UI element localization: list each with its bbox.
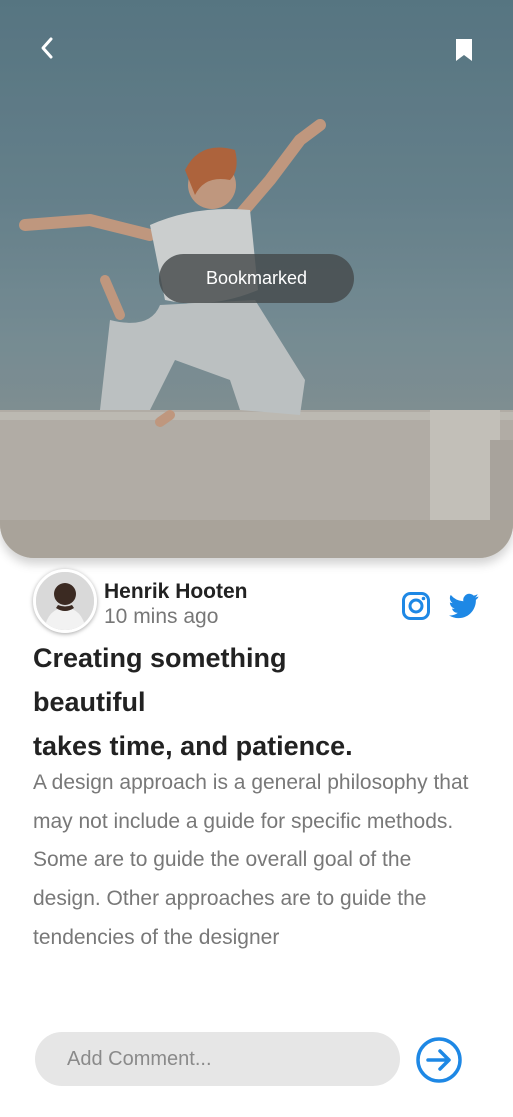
post-body: A design approach is a general philosoph… [33, 771, 469, 949]
back-button[interactable] [30, 30, 66, 66]
twitter-icon [449, 593, 479, 619]
post-title-line: Creating something [33, 643, 287, 673]
post-timestamp: 10 mins ago [104, 605, 219, 628]
post-title-line: takes time, and patience. [33, 731, 353, 761]
arrow-right-circle-icon [416, 1037, 462, 1083]
bookmarked-toast: Bookmarked [159, 254, 354, 303]
twitter-button[interactable] [447, 589, 481, 623]
author-name[interactable]: Henrik Hooten [104, 580, 248, 604]
author-avatar[interactable] [33, 569, 97, 633]
bookmark-button[interactable] [444, 30, 484, 70]
hero-image: Bookmarked [0, 0, 513, 558]
post-title: Creating something beautiful takes time,… [33, 636, 453, 768]
avatar-image [36, 572, 94, 630]
bookmark-icon [456, 39, 472, 61]
post-title-line: beautiful [33, 687, 146, 717]
instagram-icon [402, 592, 430, 620]
send-comment-button[interactable] [414, 1035, 464, 1085]
comment-input[interactable] [35, 1032, 400, 1086]
chevron-left-icon [41, 37, 53, 59]
instagram-button[interactable] [399, 589, 433, 623]
